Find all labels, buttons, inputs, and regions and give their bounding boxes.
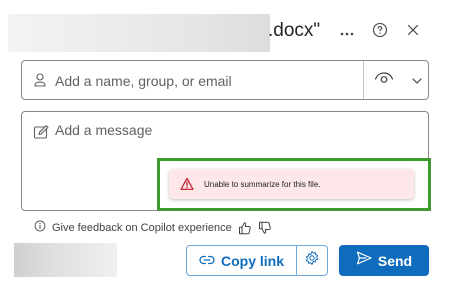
- feedback-row: Give feedback on Copilot experience: [34, 220, 272, 236]
- more-options-button[interactable]: [337, 22, 357, 42]
- people-picker: [21, 60, 429, 100]
- close-button[interactable]: [403, 22, 423, 42]
- file-name-redacted: [8, 14, 270, 52]
- send-icon: [356, 251, 372, 270]
- eye-icon: [374, 71, 394, 90]
- send-button[interactable]: Send: [339, 245, 429, 276]
- send-label: Send: [377, 252, 413, 269]
- thumbs-up-icon[interactable]: [238, 221, 252, 235]
- link-settings-button[interactable]: [297, 246, 327, 275]
- error-toast-text: Unable to summarize for this file.: [204, 179, 321, 189]
- more-icon: [340, 23, 354, 41]
- people-input[interactable]: [55, 70, 375, 92]
- message-input[interactable]: [55, 122, 415, 162]
- thumbs-down-icon[interactable]: [258, 221, 272, 235]
- close-icon: [407, 23, 419, 41]
- settings-icon: [304, 250, 320, 271]
- chevron-down-icon: [412, 71, 422, 89]
- permissions-dropdown[interactable]: [374, 69, 422, 91]
- copy-link-label: Copy link: [220, 252, 284, 269]
- footer-redacted: [14, 243, 117, 277]
- file-name-suffix: .docx": [268, 20, 321, 41]
- person-icon: [32, 72, 48, 88]
- copy-link-group: Copy link: [186, 245, 328, 276]
- warning-icon: [180, 177, 194, 191]
- info-icon: [34, 219, 46, 237]
- help-icon: [372, 22, 388, 43]
- feedback-text: Give feedback on Copilot experience: [52, 222, 232, 234]
- help-button[interactable]: [370, 22, 390, 42]
- link-icon: [199, 252, 215, 270]
- copy-link-button[interactable]: Copy link: [187, 246, 297, 275]
- error-toast: Unable to summarize for this file.: [169, 169, 414, 199]
- divider: [363, 61, 364, 99]
- edit-icon: [33, 124, 49, 140]
